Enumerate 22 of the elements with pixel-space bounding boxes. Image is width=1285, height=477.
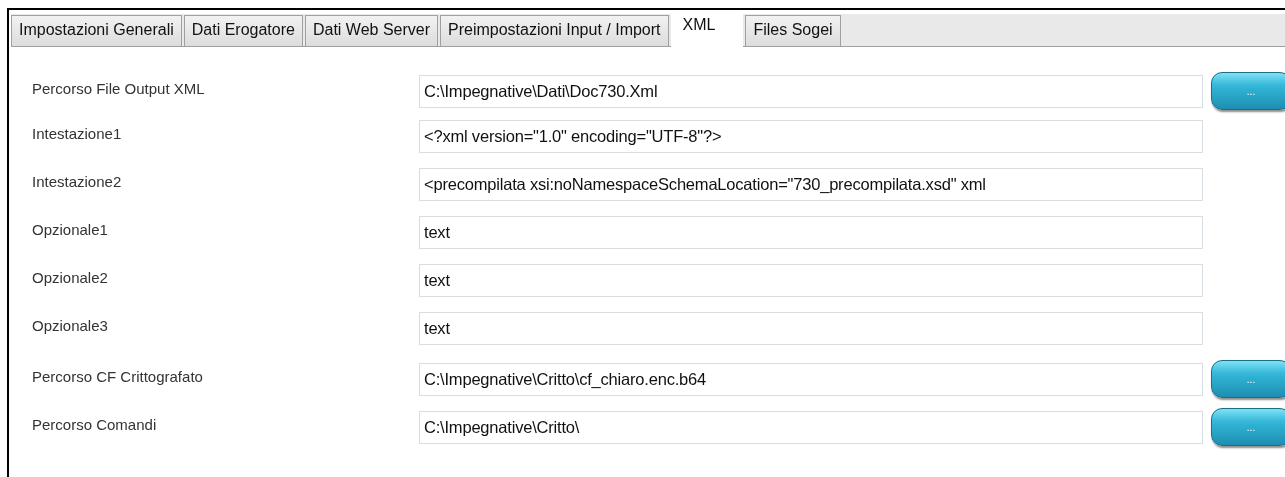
input-field[interactable]: text: [419, 312, 1203, 345]
tab[interactable]: Dati Erogatore: [183, 15, 303, 46]
input-field[interactable]: <?xml version="1.0" encoding="UTF-8"?>: [419, 120, 1203, 153]
input-field[interactable]: text: [419, 216, 1203, 249]
tab[interactable]: Impostazioni Generali: [11, 15, 182, 46]
input-field[interactable]: text: [419, 264, 1203, 297]
tab[interactable]: Files Sogei: [745, 15, 841, 46]
tab[interactable]: XML: [670, 14, 744, 47]
field-label: Opzionale2: [32, 269, 109, 286]
tab[interactable]: Dati Web Server: [304, 15, 438, 46]
field-label: Percorso Comandi: [32, 415, 158, 433]
field-label: Opzionale3: [32, 317, 109, 334]
tab[interactable]: Preimpostazioni Input / Import: [440, 15, 669, 46]
input-field[interactable]: <precompilata xsi:noNamespaceSchemaLocation="730_precompilata.xsd" xml: [419, 168, 1203, 201]
field-label: Intestazione2: [32, 173, 123, 190]
input-field[interactable]: C:\Impegnative\Dati\Doc730.Xml: [419, 74, 1203, 108]
input-field[interactable]: C:\Impegnative\Critto\: [419, 410, 1203, 444]
field-label: Percorso CF Crittografato: [32, 367, 204, 385]
field-label: Percorso File Output XML: [32, 79, 206, 97]
field-label: Intestazione1: [32, 125, 123, 142]
input-field[interactable]: C:\Impegnative\Critto\cf_chiaro.enc.b64: [419, 362, 1203, 396]
field-label: Opzionale1: [32, 221, 109, 238]
